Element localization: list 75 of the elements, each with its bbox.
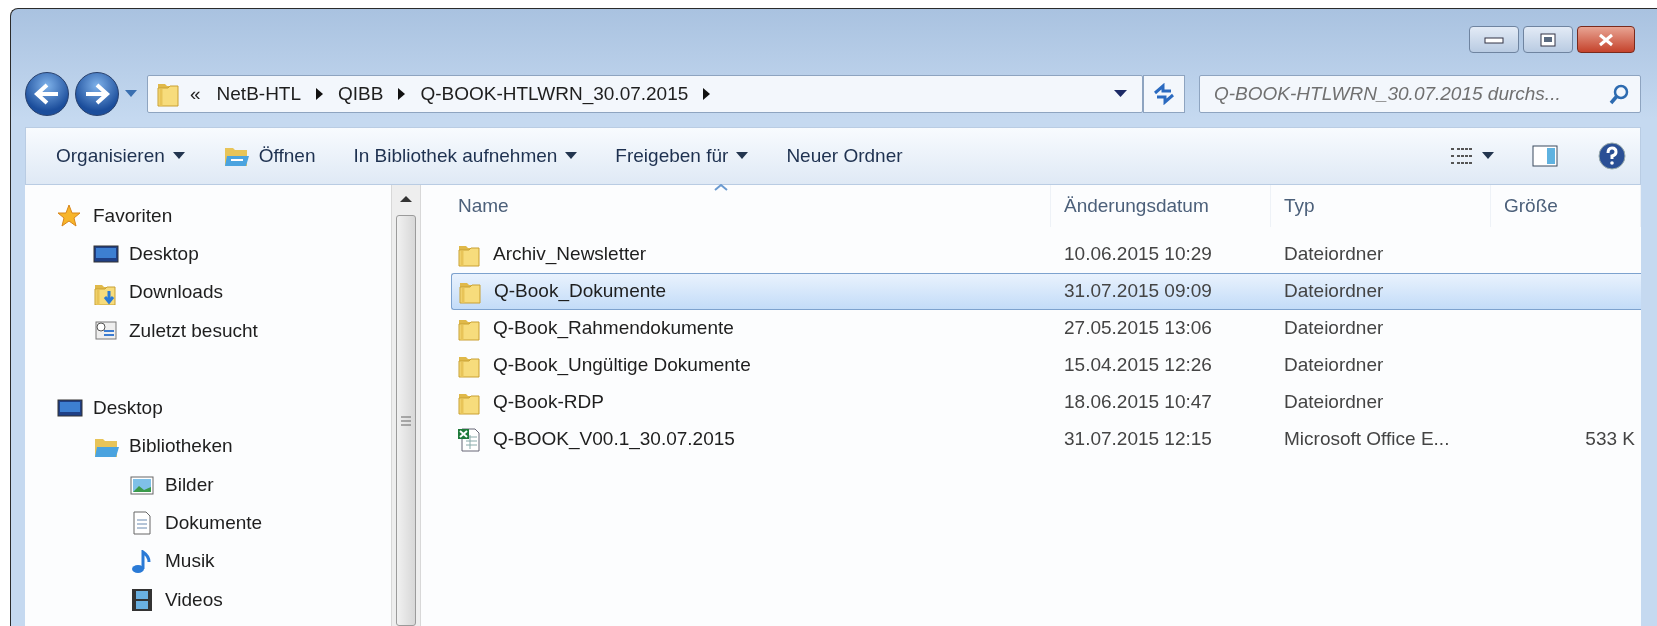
search-field[interactable]: Q-BOOK-HTLWRN_30.07.2015 durchs... xyxy=(1199,75,1641,113)
toolbar-button[interactable]: Freigeben für xyxy=(603,135,761,177)
file-name-cell[interactable]: Q-Book-RDP xyxy=(451,384,1051,421)
minimize-icon xyxy=(1484,35,1504,44)
nav-item[interactable]: Bibliotheken xyxy=(93,427,233,466)
toolbar-button[interactable]: In Bibliothek aufnehmen xyxy=(341,135,590,177)
type-cell-text: Dateiordner xyxy=(1283,390,1385,415)
caret-icon xyxy=(172,152,185,160)
column-header[interactable]: Änderungsdatum xyxy=(1051,185,1271,227)
minimize-button[interactable] xyxy=(1469,26,1519,53)
refresh-icon xyxy=(1152,83,1176,105)
type-cell-text: Dateiordner xyxy=(1283,316,1385,341)
nav-item[interactable]: Zuletzt besucht xyxy=(93,311,258,351)
star-icon xyxy=(57,204,83,229)
nav-item[interactable]: Bilder xyxy=(129,465,214,505)
maximize-button[interactable] xyxy=(1523,26,1573,53)
address-bar[interactable]: « NetB-HTL QIBB Q-BOOK-HTLWRN_30.07.2015 xyxy=(147,75,1143,113)
size-cell-text: 533 K xyxy=(1584,427,1636,452)
nav-item[interactable]: Downloads xyxy=(93,273,223,312)
breadcrumb-arrow-icon[interactable] xyxy=(397,88,407,100)
nav-item[interactable]: Dokumente xyxy=(129,504,263,543)
close-button[interactable] xyxy=(1577,26,1635,53)
refresh-button[interactable] xyxy=(1143,75,1185,113)
overflow-chevron[interactable]: « xyxy=(180,79,209,109)
file-name-cell[interactable]: Q-BOOK_V00.1_30.07.2015 xyxy=(451,421,1051,458)
date-cell-text: 31.07.2015 12:15 xyxy=(1063,427,1213,452)
column-header[interactable]: Typ xyxy=(1271,185,1491,227)
date-cell-text: 27.05.2015 13:06 xyxy=(1063,316,1213,341)
breadcrumb-item[interactable]: NetB-HTL xyxy=(208,79,310,109)
nav-item[interactable]: Desktop xyxy=(57,389,163,428)
file-name-cell[interactable]: Q-Book_Dokumente xyxy=(451,273,1051,310)
type-cell-text: Microsoft Office E... xyxy=(1283,427,1451,452)
history-dropdown-icon[interactable] xyxy=(125,90,137,98)
file-name-cell[interactable]: Q-Book_Ungültige Dokumente xyxy=(451,347,1051,384)
breadcrumb-item[interactable]: Q-BOOK-HTLWRN_30.07.2015 xyxy=(412,79,697,109)
toolbar-button[interactable]: Öffnen xyxy=(210,135,328,177)
spreadsheet-icon xyxy=(457,426,481,453)
file-name-cell[interactable]: Archiv_Newsletter xyxy=(451,236,1051,273)
forward-arrow-icon xyxy=(84,83,110,105)
type-cell-text: Dateiordner xyxy=(1283,353,1385,378)
scrollbar-thumb[interactable] xyxy=(396,215,416,626)
nav-item[interactable]: Musik xyxy=(129,542,215,581)
film-strip-icon xyxy=(129,587,155,612)
date-cell-text: 10.06.2015 10:29 xyxy=(1063,242,1213,267)
toolbar-button[interactable]: Neuer Ordner xyxy=(774,135,915,177)
breadcrumb-arrow-icon[interactable] xyxy=(315,88,325,100)
scrollbar[interactable] xyxy=(391,185,421,626)
caret-icon xyxy=(565,152,578,160)
caret-icon xyxy=(1482,152,1494,160)
maximize-icon xyxy=(1540,32,1556,47)
search-icon xyxy=(1608,83,1630,105)
dropdown-icon[interactable] xyxy=(1114,90,1128,98)
close-icon xyxy=(1597,32,1615,47)
toolbar-button[interactable]: Organisieren xyxy=(44,135,197,177)
type-cell-text: Dateiordner xyxy=(1283,242,1385,267)
column-header[interactable]: Name xyxy=(421,185,1051,227)
nav-item[interactable]: Desktop xyxy=(93,235,199,274)
breadcrumb-arrow-icon[interactable] xyxy=(702,88,712,100)
back-button[interactable] xyxy=(25,72,69,116)
scroll-up-icon[interactable] xyxy=(400,195,412,203)
date-cell: 31.07.2015 09:09 xyxy=(1051,273,1271,310)
nav-item[interactable]: Videos xyxy=(129,580,223,619)
forward-button[interactable] xyxy=(75,72,119,116)
help-icon[interactable] xyxy=(1598,142,1626,170)
breadcrumb-item[interactable]: QIBB xyxy=(330,79,392,109)
preview-pane-icon[interactable] xyxy=(1532,145,1558,167)
column-header[interactable]: Größe xyxy=(1491,185,1641,227)
caret-icon xyxy=(736,152,749,160)
file-name-cell[interactable]: Q-Book_Rahmendokumente xyxy=(451,310,1051,347)
nav-item[interactable]: Favoriten xyxy=(57,197,173,236)
date-cell-text: 18.06.2015 10:47 xyxy=(1063,390,1213,415)
back-arrow-icon xyxy=(34,83,60,105)
list-view-icon xyxy=(1450,146,1474,166)
type-cell: Dateiordner xyxy=(1271,273,1491,310)
date-cell-text: 15.04.2015 12:26 xyxy=(1063,353,1213,378)
